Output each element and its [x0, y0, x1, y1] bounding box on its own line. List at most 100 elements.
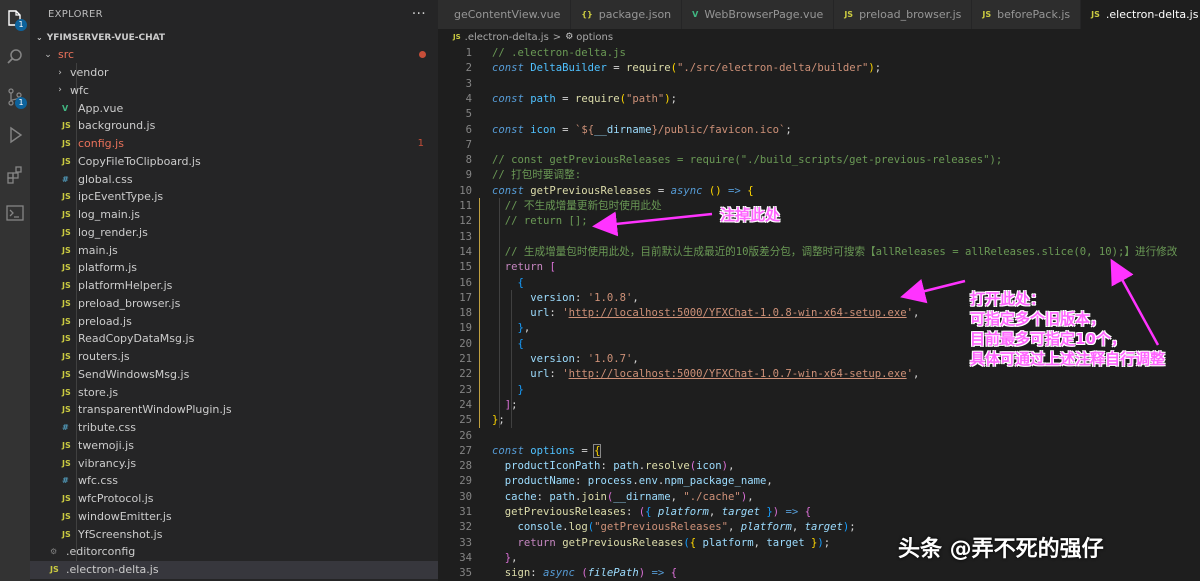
code-token: { — [670, 567, 678, 580]
tree-item[interactable]: JS store.js — [30, 383, 438, 401]
tree-item[interactable]: JS transparentWindowPlugin.js — [30, 401, 438, 419]
editor-tab[interactable]: geContentView.vue — [438, 0, 572, 29]
code-line[interactable]: 4 const path = require("path"); — [438, 92, 1200, 107]
code-line[interactable]: 1 // .electron-delta.js — [438, 46, 1200, 61]
tree-item-label: transparentWindowPlugin.js — [78, 403, 232, 417]
tree-item[interactable]: JS SendWindowsMsg.js — [30, 366, 438, 384]
run-debug-icon[interactable] — [0, 118, 30, 152]
tree-item-label: log_main.js — [78, 208, 141, 222]
tree-item[interactable]: ⌄ src — [30, 46, 438, 64]
tree-item[interactable]: JS CopyFileToClipboard.js — [30, 153, 438, 171]
breadcrumb-symbol[interactable]: options — [576, 32, 613, 43]
code-token: = — [555, 92, 575, 105]
tree-item[interactable]: JS ipcEventType.js — [30, 188, 438, 206]
code-line[interactable]: 5 — [438, 107, 1200, 122]
code-line[interactable]: 25}; — [438, 413, 1200, 428]
code-line[interactable]: 11 // 不生成增量更新包时使用此处 — [438, 199, 1200, 214]
files-icon[interactable]: 1 — [0, 2, 30, 36]
code-line[interactable]: 14 // 生成增量包时使用此处，目前默认生成最近的10版差分包，调整时可搜索【… — [438, 245, 1200, 260]
tree-item[interactable]: JS preload_browser.js — [30, 295, 438, 313]
js-file-icon: JS — [62, 494, 71, 504]
line-number: 22 — [459, 368, 472, 381]
editor-tab[interactable]: {} package.json — [571, 0, 683, 29]
code-token: options — [530, 444, 575, 457]
tree-item[interactable]: JS background.js — [30, 117, 438, 135]
code-line[interactable]: 17 version: '1.0.8', — [438, 291, 1200, 306]
tree-item[interactable]: JS log_main.js — [30, 206, 438, 224]
tree-item[interactable]: # tribute.css — [30, 419, 438, 437]
tree-item[interactable]: # global.css — [30, 170, 438, 188]
project-folder[interactable]: ⌄ YFIMSERVER-VUE-CHAT — [30, 29, 438, 46]
tree-item[interactable]: JS .electron-delta.js — [30, 560, 438, 579]
tree-item[interactable]: › wfc — [30, 82, 438, 100]
line-number: 7 — [465, 138, 472, 151]
code-line[interactable]: 7 — [438, 138, 1200, 153]
code-line[interactable]: 23 } — [438, 383, 1200, 398]
tree-item[interactable]: V App.vue — [30, 99, 438, 117]
code-line[interactable]: 31 getPreviousReleases: ({ platform, tar… — [438, 505, 1200, 520]
code-line[interactable]: 35 sign: async (filePath) => { — [438, 566, 1200, 581]
search-icon[interactable] — [0, 40, 30, 74]
code-line[interactable]: 30 cache: path.join(__dirname, "./cache"… — [438, 490, 1200, 505]
tree-item[interactable]: JS platform.js — [30, 259, 438, 277]
tree-item[interactable]: JS YfScreenshot.js — [30, 525, 438, 543]
line-number: 23 — [459, 383, 472, 396]
code-line[interactable]: 15 return [ — [438, 260, 1200, 275]
source-control-icon[interactable]: 1 — [0, 80, 30, 114]
code-line[interactable]: 16 { — [438, 276, 1200, 291]
code-line[interactable]: 10 const getPreviousReleases = async () =… — [438, 184, 1200, 199]
code-token: platform — [740, 521, 792, 534]
tree-item-label: src — [58, 48, 75, 62]
line-number: 13 — [459, 230, 472, 243]
code-line[interactable]: 27 const options = { — [438, 443, 1200, 459]
code-line[interactable]: 3 — [438, 77, 1200, 92]
js-file-icon: JS — [62, 529, 71, 539]
tree-item[interactable]: JS vibrancy.js — [30, 454, 438, 472]
tree-item[interactable]: ⚙ .editorconfig — [30, 543, 438, 561]
code-line[interactable]: 28 productIconPath: path.resolve(icon), — [438, 459, 1200, 474]
code-line[interactable]: 6 const icon = `${__dirname}/public/favic… — [438, 123, 1200, 138]
code-line[interactable]: 29 productName: process.env.npm_package_… — [438, 474, 1200, 489]
line-number: 20 — [459, 337, 472, 350]
code-token: ; — [785, 123, 792, 136]
code-line[interactable]: 13 — [438, 230, 1200, 245]
tree-item[interactable]: JS log_render.js — [30, 224, 438, 242]
code-line[interactable]: 24 ]; — [438, 398, 1200, 413]
extensions-icon[interactable] — [0, 158, 30, 192]
editor-tab[interactable]: JS .electron-delta.js — [1081, 0, 1200, 29]
editor-tab[interactable]: JS preload_browser.js — [834, 0, 973, 29]
tree-item[interactable]: JS wfcProtocol.js — [30, 490, 438, 508]
code-line[interactable]: 8 // const getPreviousReleases = require(… — [438, 153, 1200, 168]
more-actions-icon[interactable]: ··· — [412, 6, 426, 22]
code-token: http://localhost:5000/YFXChat-1.0.7-win-… — [568, 368, 907, 381]
tab-label: WebBrowserPage.vue — [704, 8, 824, 21]
code-line[interactable]: 26 — [438, 429, 1200, 444]
code-line[interactable]: 2 const DeltaBuilder = require("./src/ele… — [438, 61, 1200, 76]
tree-item[interactable]: JS ReadCopyDataMsg.js — [30, 330, 438, 348]
editor-tab[interactable]: JS beforePack.js — [972, 0, 1082, 29]
tree-item[interactable]: › vendor — [30, 64, 438, 82]
tree-item[interactable]: JS config.js 1 — [30, 135, 438, 153]
breadcrumb-file[interactable]: .electron-delta.js — [465, 32, 549, 43]
code-line[interactable]: 12 // return []; — [438, 214, 1200, 229]
tree-item[interactable]: JS main.js — [30, 241, 438, 259]
tree-item[interactable]: JS windowEmitter.js — [30, 508, 438, 526]
tree-item[interactable]: JS routers.js — [30, 348, 438, 366]
code-line[interactable]: 22 url: 'http://localhost:5000/YFXChat-1… — [438, 367, 1200, 382]
terminal-icon[interactable] — [0, 196, 30, 230]
code-token: ; — [498, 414, 505, 427]
code-token: "./src/electron-delta/builder" — [677, 62, 869, 75]
tree-item[interactable]: # wfc.css — [30, 472, 438, 490]
explorer-header: EXPLORER ··· — [30, 0, 438, 29]
tree-item[interactable]: JS twemoji.js — [30, 437, 438, 455]
code-token: target — [721, 506, 760, 518]
tree-item[interactable]: JS preload.js — [30, 312, 438, 330]
code-line[interactable]: 9 // 打包时要调整: — [438, 168, 1200, 183]
chevron-right-icon: › — [58, 67, 62, 78]
files-badge: 1 — [15, 19, 27, 31]
tree-item-label: twemoji.js — [78, 438, 134, 452]
tree-item[interactable]: JS platformHelper.js — [30, 277, 438, 295]
line-number: 19 — [459, 322, 472, 335]
editor-tab[interactable]: V WebBrowserPage.vue — [682, 0, 835, 29]
